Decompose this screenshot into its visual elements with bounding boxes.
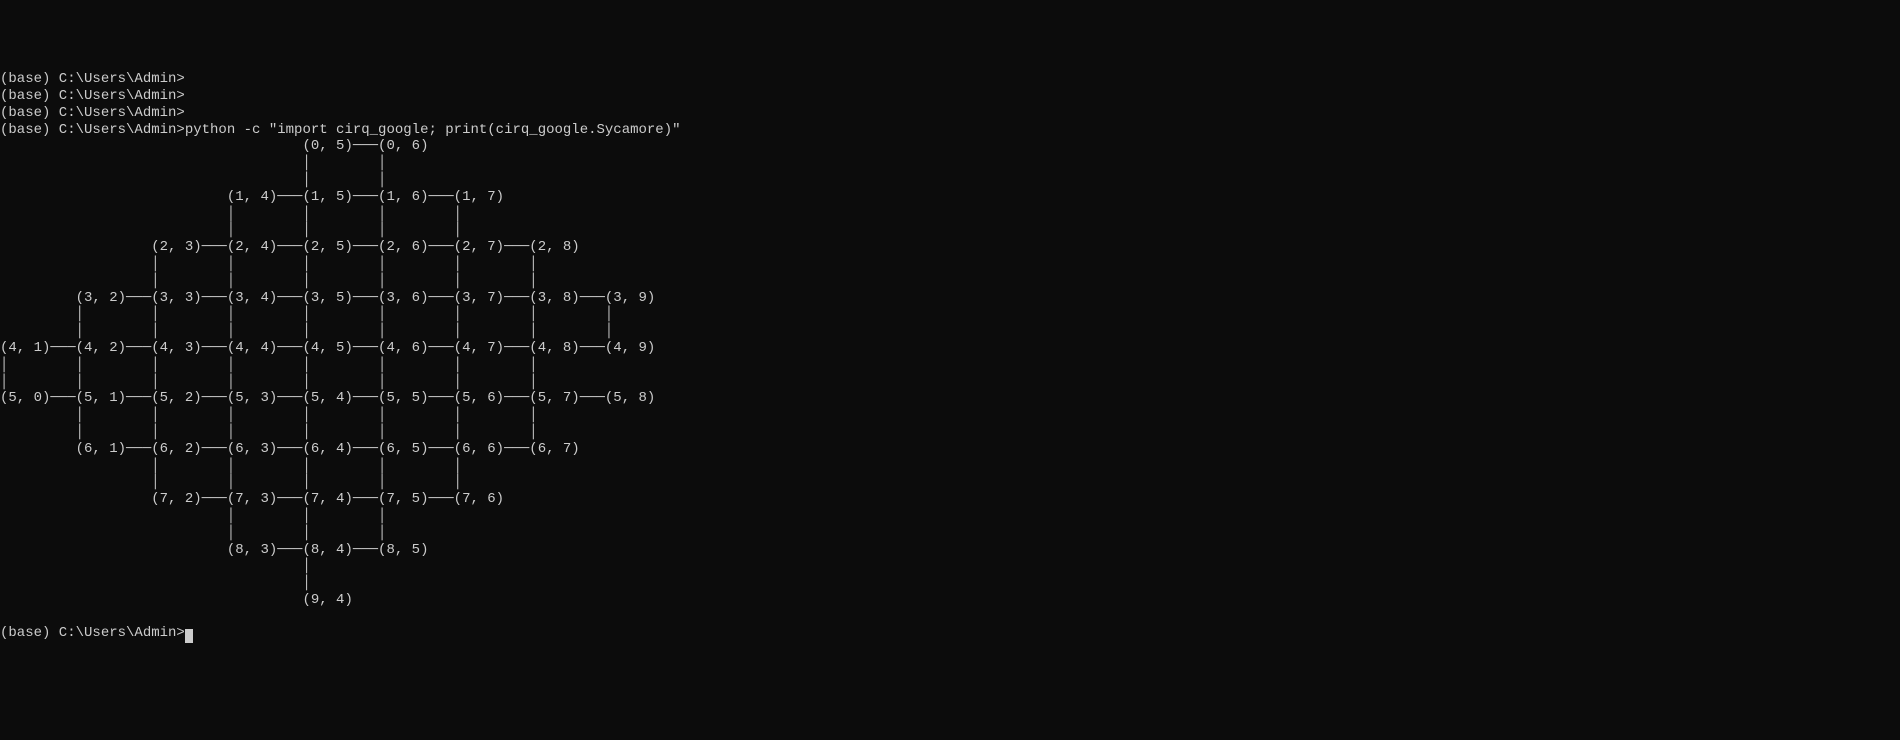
output-line: (0, 5)───(0, 6) [0, 138, 1900, 155]
output-line: (2, 3)───(2, 4)───(2, 5)───(2, 6)───(2, … [0, 239, 1900, 256]
blank-line [0, 609, 1900, 626]
output-line: (7, 2)───(7, 3)───(7, 4)───(7, 5)───(7, … [0, 491, 1900, 508]
output-line: │ │ │ │ │ │ │ │ [0, 323, 1900, 340]
output-line: (8, 3)───(8, 4)───(8, 5) [0, 542, 1900, 559]
output-line: (5, 0)───(5, 1)───(5, 2)───(5, 3)───(5, … [0, 390, 1900, 407]
output-line: │ │ │ │ │ │ │ │ [0, 374, 1900, 391]
cursor [185, 629, 193, 643]
output-line: │ │ │ │ │ │ [0, 273, 1900, 290]
output-line: │ │ │ │ [0, 206, 1900, 223]
output-line: │ │ │ │ │ │ │ [0, 407, 1900, 424]
output-line: │ │ │ │ [0, 222, 1900, 239]
output-line: (6, 1)───(6, 2)───(6, 3)───(6, 4)───(6, … [0, 441, 1900, 458]
output-line: (4, 1)───(4, 2)───(4, 3)───(4, 4)───(4, … [0, 340, 1900, 357]
output-line: │ │ │ │ │ │ [0, 256, 1900, 273]
output-line: │ │ [0, 172, 1900, 189]
output-line: │ [0, 575, 1900, 592]
output-line: │ │ │ │ │ │ │ │ [0, 306, 1900, 323]
output-line: (9, 4) [0, 592, 1900, 609]
prompt-line: (base) C:\Users\Admin> [0, 105, 1900, 122]
command-line: (base) C:\Users\Admin>python -c "import … [0, 122, 1900, 139]
prompt-line-active[interactable]: (base) C:\Users\Admin> [0, 625, 1900, 642]
prompt-line: (base) C:\Users\Admin> [0, 71, 1900, 88]
output-line: │ │ │ [0, 525, 1900, 542]
output-line: │ │ │ │ │ [0, 474, 1900, 491]
output-line: (1, 4)───(1, 5)───(1, 6)───(1, 7) [0, 189, 1900, 206]
output-line: │ [0, 558, 1900, 575]
prompt-line: (base) C:\Users\Admin> [0, 88, 1900, 105]
output-line: │ │ │ │ │ [0, 458, 1900, 475]
output-line: (3, 2)───(3, 3)───(3, 4)───(3, 5)───(3, … [0, 290, 1900, 307]
output-line: │ │ │ [0, 508, 1900, 525]
output-line: │ │ │ │ │ │ │ │ [0, 357, 1900, 374]
output-line: │ │ │ │ │ │ │ [0, 424, 1900, 441]
output-line: │ │ [0, 155, 1900, 172]
terminal-output[interactable]: (base) C:\Users\Admin>(base) C:\Users\Ad… [0, 71, 1900, 642]
